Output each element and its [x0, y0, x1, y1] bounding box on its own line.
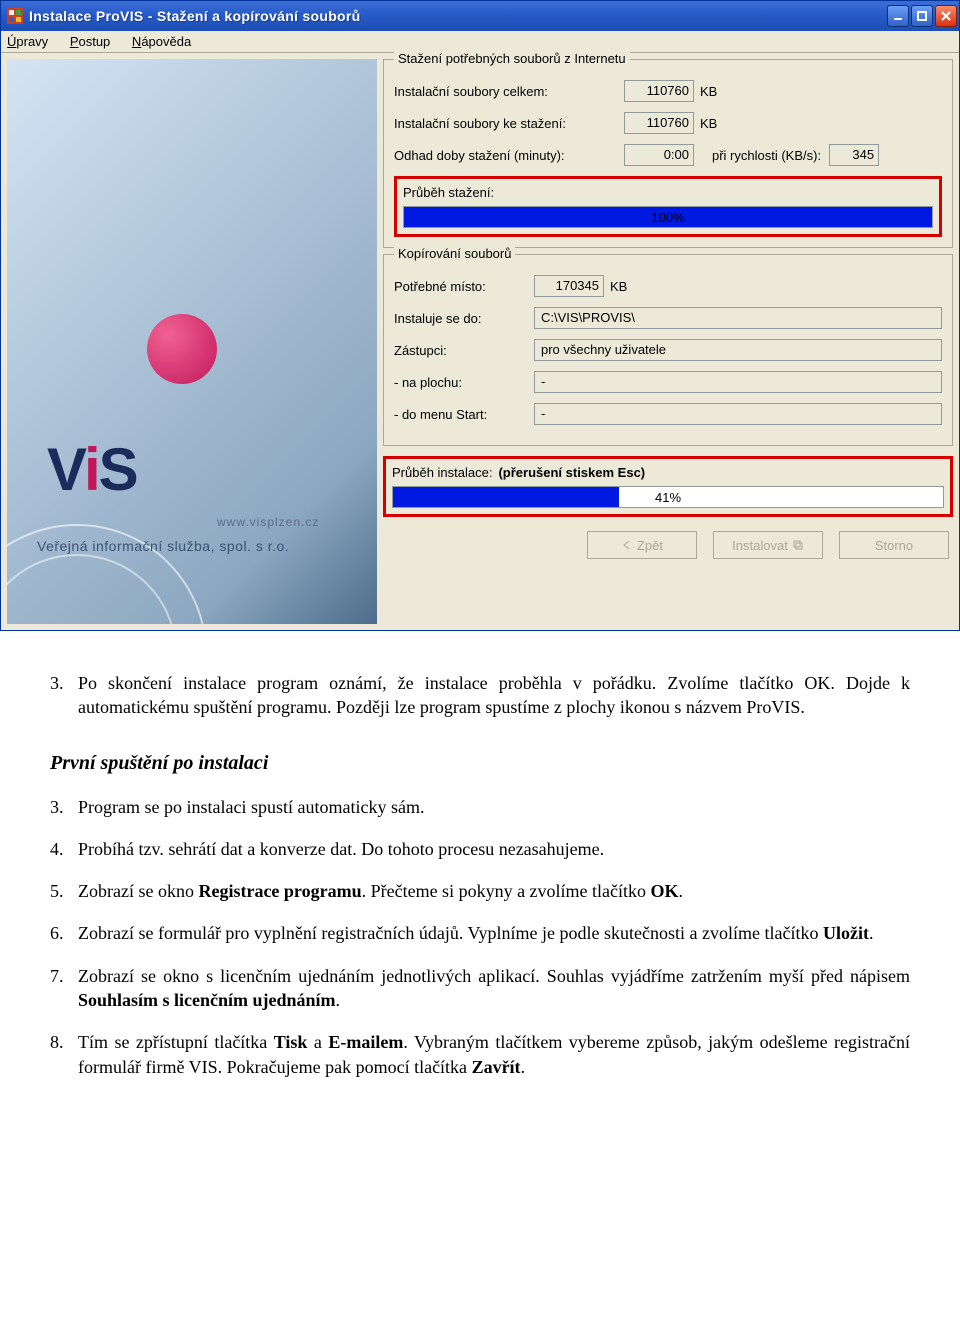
download-legend: Stažení potřebných souborů z Internetu: [394, 51, 630, 66]
doc-sub-6: Tím se zpřístupní tlačítka Tisk a E-mail…: [50, 1030, 910, 1079]
shortcuts-value: pro všechny uživatele: [534, 339, 942, 361]
space-label: Potřebné místo:: [394, 279, 534, 294]
brand-logo: ViS: [47, 435, 137, 504]
desktop-value: -: [534, 371, 942, 393]
todl-label: Instalační soubory ke stažení:: [394, 116, 624, 131]
dest-value: C:\VIS\PROVIS\: [534, 307, 942, 329]
doc-heading: První spuštění po instalaci: [50, 750, 910, 777]
space-value: 170345: [534, 275, 604, 297]
doc-sub-3: Zobrazí se okno Registrace programu. Pře…: [50, 879, 910, 903]
back-button[interactable]: Zpět: [587, 531, 697, 559]
speed-value: 345: [829, 144, 879, 166]
download-progress-label: Průběh stažení:: [403, 185, 933, 200]
side-brand-panel: ViS www.visplzen.cz Veřejná informační s…: [7, 59, 377, 624]
brand-dot-icon: [147, 314, 217, 384]
doc-sub-1: Program se po instalaci spustí automatic…: [50, 795, 910, 819]
cancel-button[interactable]: Storno: [839, 531, 949, 559]
copy-groupbox: Kopírování souborů Potřebné místo: 17034…: [383, 254, 953, 446]
install-progress-hint: (přerušení stiskem Esc): [498, 465, 645, 480]
doc-sub-4: Zobrazí se formulář pro vyplnění registr…: [50, 921, 910, 945]
time-value: 0:00: [624, 144, 694, 166]
copy-icon: [792, 539, 804, 551]
install-progress-label: Průběh instalace:: [392, 465, 492, 480]
dest-label: Instaluje se do:: [394, 311, 534, 326]
install-progress-frame: Průběh instalace: (přerušení stiskem Esc…: [383, 456, 953, 517]
download-progress-bar: 100%: [403, 206, 933, 228]
brand-tagline: Veřejná informační služba, spol. s r.o.: [37, 538, 289, 554]
close-button[interactable]: [935, 5, 957, 27]
install-button[interactable]: Instalovat: [713, 531, 823, 559]
shortcuts-label: Zástupci:: [394, 343, 534, 358]
brand-url: www.visplzen.cz: [217, 515, 319, 529]
doc-step-3: Po skončení instalace program oznámí, že…: [50, 671, 910, 720]
install-progress-pct: 41%: [393, 487, 943, 507]
download-progress-pct: 100%: [404, 207, 932, 227]
start-label: - do menu Start:: [394, 407, 534, 422]
doc-sub-5: Zobrazí se okno s licenčním ujednáním je…: [50, 964, 910, 1013]
menu-postup[interactable]: Postup: [70, 34, 110, 49]
menu-napoveda[interactable]: Nápověda: [132, 34, 191, 49]
maximize-button[interactable]: [911, 5, 933, 27]
minimize-button[interactable]: [887, 5, 909, 27]
titlebar: Instalace ProVIS - Stažení a kopírování …: [1, 1, 959, 31]
install-progress-bar: 41%: [392, 486, 944, 508]
space-unit: KB: [610, 279, 627, 294]
total-files-label: Instalační soubory celkem:: [394, 84, 624, 99]
todl-value: 110760: [624, 112, 694, 134]
desktop-label: - na plochu:: [394, 375, 534, 390]
menubar: Úpravy Postup Nápověda: [1, 31, 959, 53]
download-progress-frame: Průběh stažení: 100%: [394, 176, 942, 237]
window-title: Instalace ProVIS - Stažení a kopírování …: [29, 8, 887, 24]
copy-legend: Kopírování souborů: [394, 246, 515, 261]
total-files-value: 110760: [624, 80, 694, 102]
download-groupbox: Stažení potřebných souborů z Internetu I…: [383, 59, 953, 248]
installer-window: Instalace ProVIS - Stažení a kopírování …: [0, 0, 960, 631]
start-value: -: [534, 403, 942, 425]
app-icon: [7, 8, 23, 24]
arrow-left-icon: [621, 539, 633, 551]
document-body: Po skončení instalace program oznámí, že…: [0, 671, 960, 1137]
menu-upravy[interactable]: Úpravy: [7, 34, 48, 49]
speed-label: při rychlosti (KB/s):: [712, 148, 821, 163]
todl-unit: KB: [700, 116, 717, 131]
total-files-unit: KB: [700, 84, 717, 99]
doc-sub-2: Probíhá tzv. sehrátí dat a konverze dat.…: [50, 837, 910, 861]
time-label: Odhad doby stažení (minuty):: [394, 148, 624, 163]
